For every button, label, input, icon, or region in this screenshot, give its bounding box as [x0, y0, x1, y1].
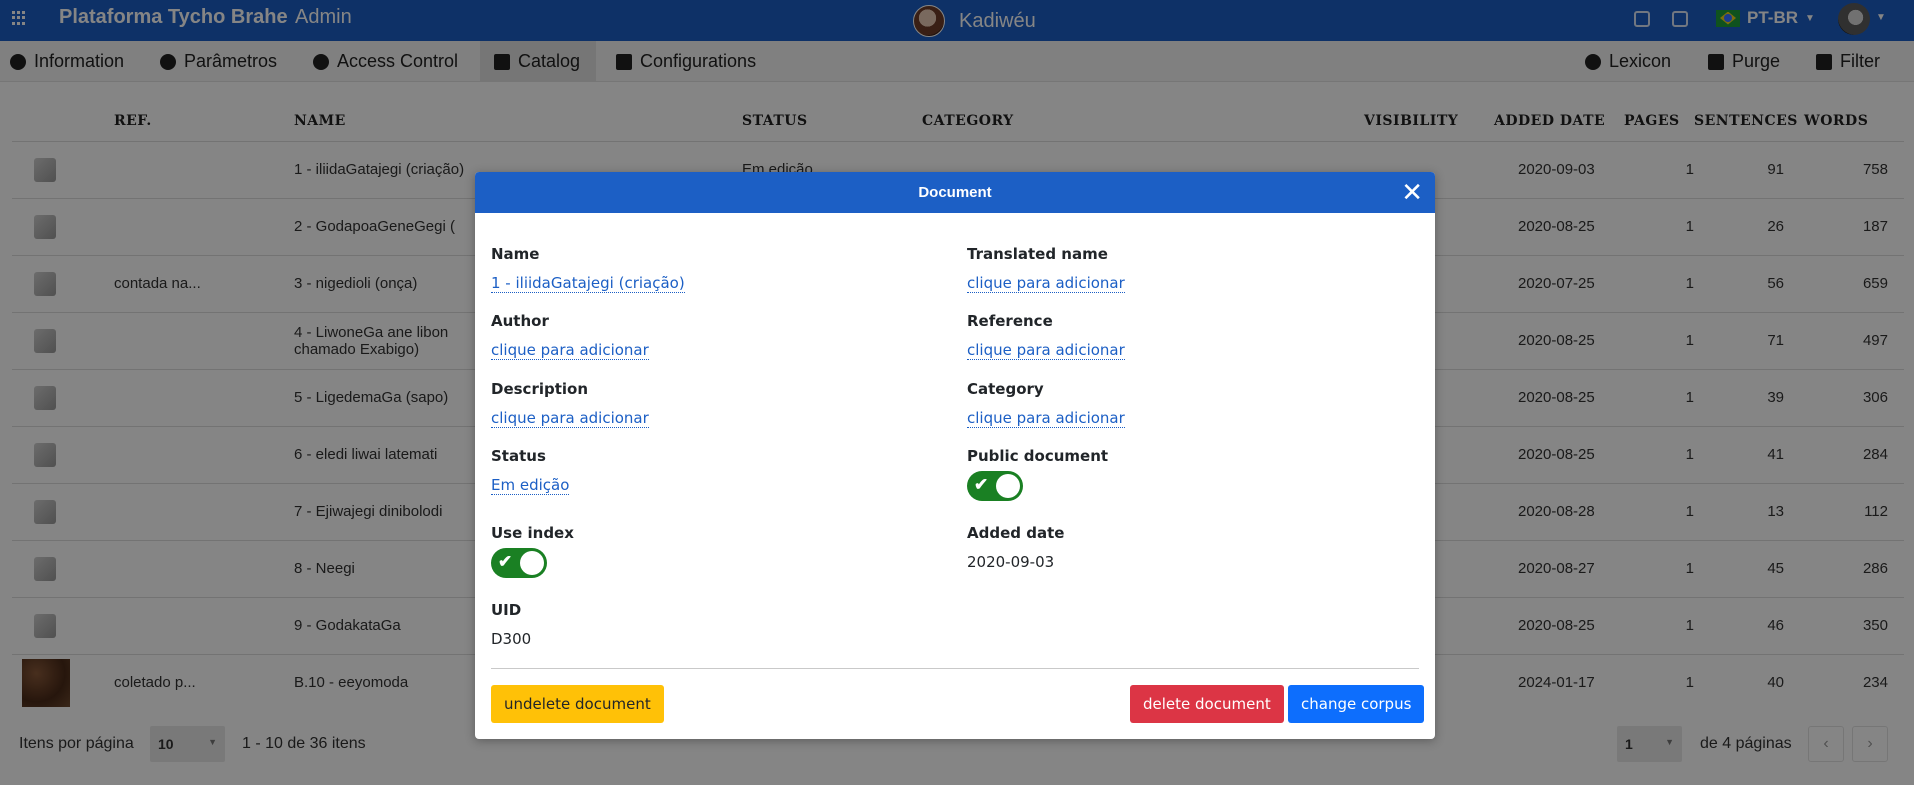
dialog-divider — [491, 668, 1419, 669]
check-icon: ✔ — [974, 475, 989, 494]
status-editable[interactable]: Em edição — [491, 476, 570, 495]
toggle-knob — [520, 551, 544, 575]
field-status: Status Em edição — [491, 447, 570, 495]
field-name: Name 1 - iliidaGatajegi (criação) — [491, 245, 685, 293]
category-editable[interactable]: clique para adicionar — [967, 409, 1125, 428]
author-editable[interactable]: clique para adicionar — [491, 341, 649, 360]
field-author: Author clique para adicionar — [491, 312, 649, 360]
public-document-toggle[interactable]: ✔ — [967, 471, 1023, 501]
field-category: Category clique para adicionar — [967, 380, 1125, 428]
field-description: Description clique para adicionar — [491, 380, 649, 428]
field-label: Use index — [491, 524, 574, 542]
added-date-value: 2020-09-03 — [967, 553, 1055, 571]
field-label: UID — [491, 601, 522, 619]
uid-value: D300 — [491, 630, 532, 648]
field-label: Added date — [967, 524, 1065, 542]
field-added-date: Added date 2020-09-03 — [967, 524, 1064, 571]
field-label: Status — [491, 447, 546, 465]
document-dialog: Document ✕ Name 1 - iliidaGatajegi (cria… — [475, 172, 1435, 739]
field-public-document: Public document ✔ — [967, 447, 1108, 501]
field-translated-name: Translated name clique para adicionar — [967, 245, 1125, 293]
reference-editable[interactable]: clique para adicionar — [967, 341, 1125, 360]
translated-name-editable[interactable]: clique para adicionar — [967, 274, 1125, 293]
field-label: Author — [491, 312, 549, 330]
close-icon[interactable]: ✕ — [1401, 172, 1423, 213]
field-reference: Reference clique para adicionar — [967, 312, 1125, 360]
use-index-toggle[interactable]: ✔ — [491, 548, 547, 578]
field-label: Public document — [967, 447, 1109, 465]
field-uid: UID D300 — [491, 601, 531, 648]
delete-document-button[interactable]: delete document — [1130, 685, 1284, 723]
field-label: Category — [967, 380, 1044, 398]
change-corpus-button[interactable]: change corpus — [1288, 685, 1425, 723]
description-editable[interactable]: clique para adicionar — [491, 409, 649, 428]
name-editable[interactable]: 1 - iliidaGatajegi (criação) — [491, 274, 685, 293]
toggle-knob — [996, 474, 1020, 498]
field-label: Translated name — [967, 245, 1108, 263]
undelete-document-button[interactable]: undelete document — [491, 685, 664, 723]
field-label: Name — [491, 245, 540, 263]
dialog-title: Document — [918, 184, 992, 201]
check-icon: ✔ — [498, 552, 513, 571]
field-use-index: Use index ✔ — [491, 524, 574, 578]
field-label: Description — [491, 380, 589, 398]
field-label: Reference — [967, 312, 1053, 330]
dialog-header: Document ✕ — [475, 172, 1435, 213]
